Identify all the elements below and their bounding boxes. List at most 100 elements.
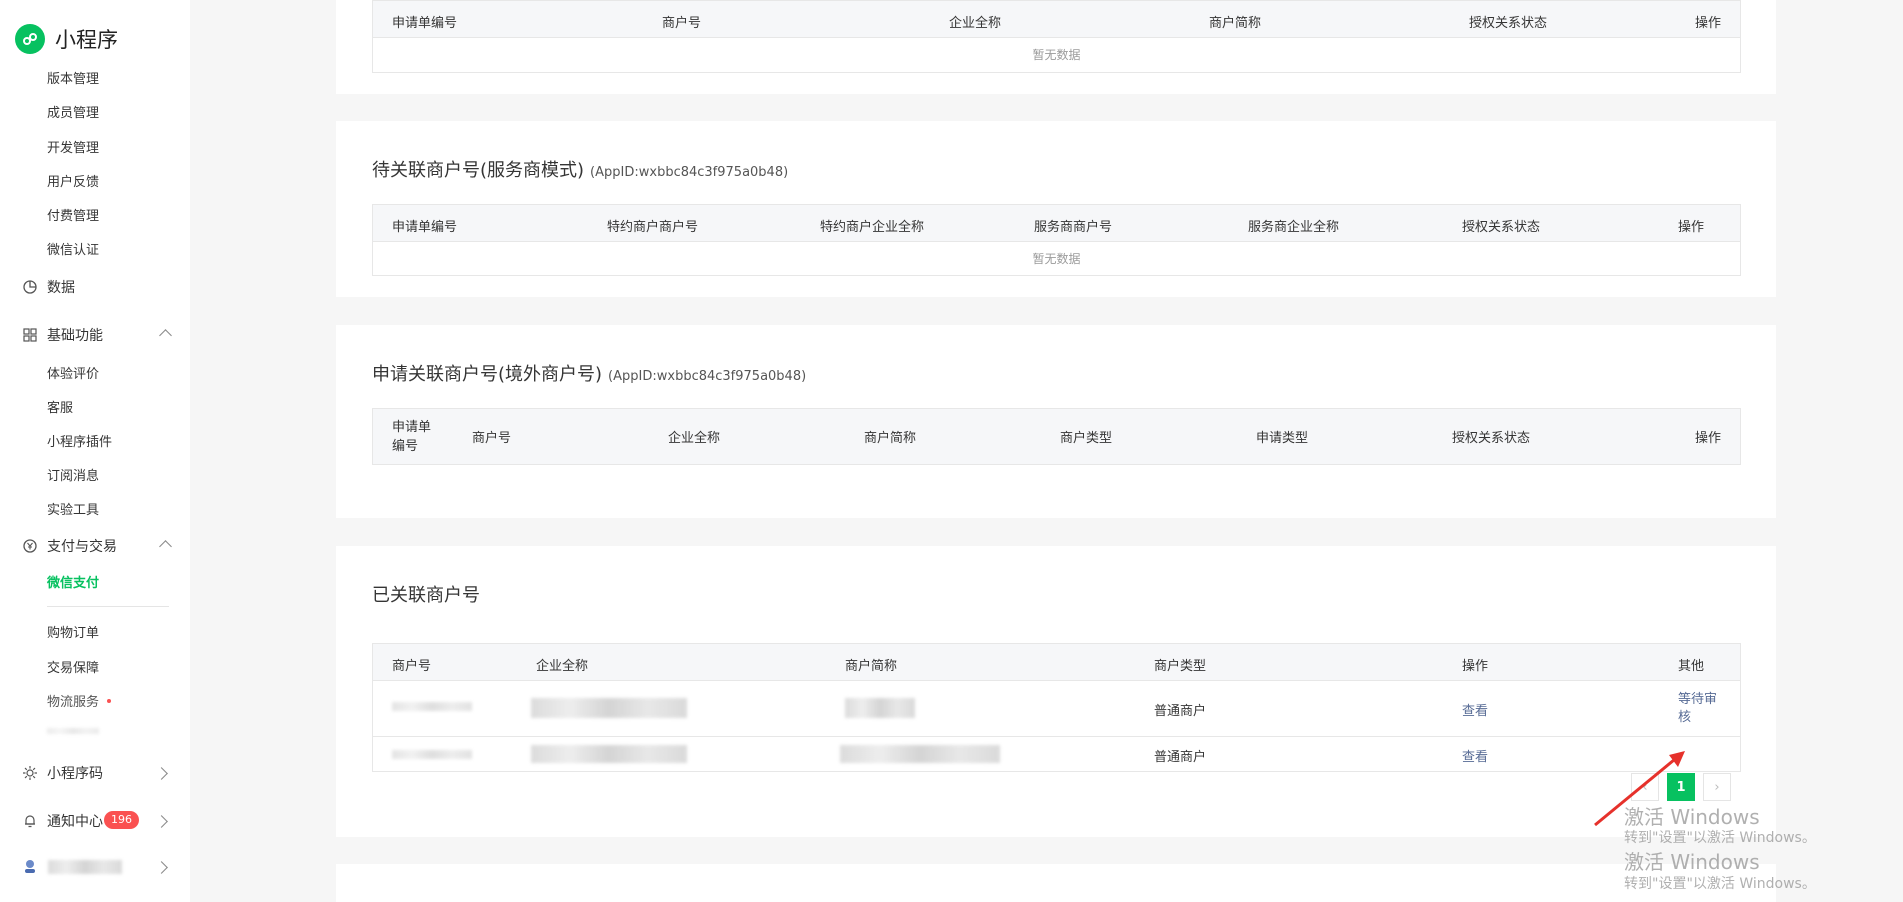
col-header: 服务商商户号 — [1034, 220, 1113, 235]
section-title-text: 待关联商户号(服务商模式) — [372, 160, 585, 181]
col-header: 企业全称 — [949, 16, 1002, 31]
table-row: 普通商户 查看 等待审核 — [373, 681, 1740, 736]
activation-watermark: 激活 Windows — [1624, 805, 1760, 829]
col-header: 商户简称 — [845, 659, 898, 674]
redacted-company-name — [531, 698, 687, 718]
view-link[interactable]: 查看 — [1462, 746, 1488, 765]
col-header: 授权关系状态 — [1462, 220, 1541, 235]
col-header: 申请单编号 — [392, 420, 432, 454]
table-header: 申请单编号 商户号 企业全称 商户简称 商户类型 申请类型 授权关系状态 操作 — [373, 409, 1740, 464]
col-header: 操作 — [1695, 16, 1722, 31]
col-header: 特约商户企业全称 — [820, 220, 925, 235]
empty-state: 暂无数据 — [1032, 48, 1081, 62]
linked-merchant-panel: 已关联商户号 商户号 企业全称 商户简称 商户类型 操作 其他 普通商户 查看 … — [336, 546, 1776, 837]
col-header: 申请单编号 — [392, 16, 458, 31]
sidebar-group-data[interactable]: 数据 — [22, 277, 75, 297]
merchant-type: 普通商户 — [1154, 704, 1207, 719]
col-header: 其他 — [1678, 659, 1705, 674]
col-header: 商户类型 — [1060, 431, 1113, 446]
chevron-up-icon[interactable] — [159, 329, 172, 342]
col-header: 商户号 — [472, 431, 512, 446]
notice-count-badge: 196 — [104, 811, 139, 829]
redacted-merchant-id — [392, 702, 472, 711]
col-header: 企业全称 — [668, 431, 721, 446]
section-title: 待关联商户号(服务商模式) (AppID:wxbbc84c3f975a0b48) — [372, 156, 788, 182]
redacted-short-name — [845, 698, 915, 718]
sun-icon — [22, 765, 38, 781]
sidebar-item-members[interactable]: 成员管理 — [47, 102, 99, 121]
sidebar-group-code[interactable]: 小程序码 — [22, 763, 103, 783]
activation-watermark: 激活 Windows — [1624, 850, 1760, 874]
service-provider-panel: 待关联商户号(服务商模式) (AppID:wxbbc84c3f975a0b48) … — [336, 121, 1776, 297]
activation-watermark-sub: 转到"设置"以激活 Windows。 — [1624, 876, 1816, 892]
sidebar-item-dev[interactable]: 开发管理 — [47, 137, 99, 156]
col-header: 授权关系状态 — [1469, 16, 1548, 31]
col-header: 特约商户商户号 — [607, 220, 699, 235]
sidebar-group-label: 小程序码 — [47, 766, 103, 782]
new-dot-indicator — [107, 699, 111, 703]
col-header: 服务商企业全称 — [1248, 220, 1340, 235]
col-header: 申请类型 — [1256, 431, 1309, 446]
col-header: 授权关系状态 — [1452, 431, 1531, 446]
col-header: 商户简称 — [864, 431, 917, 446]
linked-merchant-table: 商户号 企业全称 商户简称 商户类型 操作 其他 普通商户 查看 等待审核 普通… — [372, 643, 1741, 772]
col-header: 商户号 — [392, 659, 432, 674]
sidebar-item-plugin[interactable]: 小程序插件 — [47, 431, 112, 450]
view-link[interactable]: 查看 — [1462, 700, 1488, 719]
sidebar-item-subscribe[interactable]: 订阅消息 — [47, 465, 99, 484]
sidebar-group-label: 基础功能 — [47, 328, 103, 344]
next-page-button[interactable]: › — [1703, 773, 1731, 801]
bell-icon — [22, 813, 38, 829]
redacted-item — [47, 728, 99, 734]
sidebar-item-guarantee[interactable]: 交易保障 — [47, 657, 99, 676]
table-row: 普通商户 查看 — [373, 736, 1740, 771]
sidebar-item-service[interactable]: 客服 — [47, 397, 73, 416]
sidebar-item-billing[interactable]: 付费管理 — [47, 205, 99, 224]
col-header: 企业全称 — [536, 659, 589, 674]
yen-circle-icon — [22, 538, 38, 554]
overseas-merchant-panel: 申请关联商户号(境外商户号) (AppID:wxbbc84c3f975a0b48)… — [336, 325, 1776, 518]
app-title: 小程序 — [55, 28, 118, 52]
section-title-text: 申请关联商户号(境外商户号) — [372, 364, 603, 385]
pending-merchant-panel: 申请单编号 商户号 企业全称 商户简称 授权关系状态 操作 暂无数据 — [336, 0, 1776, 94]
sidebar-item-experience[interactable]: 体验评价 — [47, 363, 99, 382]
section-title: 已关联商户号 — [372, 585, 480, 606]
sidebar-divider — [47, 606, 169, 607]
sidebar-group-notice[interactable]: 通知中心 — [22, 811, 103, 831]
redacted-merchant-id — [392, 750, 472, 759]
app-logo[interactable]: 小程序 — [15, 24, 118, 54]
col-header: 操作 — [1462, 659, 1489, 674]
merchant-type: 普通商户 — [1154, 750, 1207, 765]
pending-merchant-table: 申请单编号 商户号 企业全称 商户简称 授权关系状态 操作 暂无数据 — [372, 0, 1741, 73]
chevron-right-icon[interactable] — [155, 815, 168, 828]
sidebar-item-orders[interactable]: 购物订单 — [47, 622, 99, 641]
sidebar-group-label: 数据 — [47, 280, 75, 296]
col-header: 操作 — [1678, 220, 1705, 235]
table-header: 商户号 企业全称 商户简称 商户类型 操作 其他 — [373, 644, 1740, 681]
account-icon — [22, 858, 38, 874]
col-header: 申请单编号 — [392, 220, 458, 235]
section-title: 申请关联商户号(境外商户号) (AppID:wxbbc84c3f975a0b48) — [372, 360, 806, 386]
chevron-right-icon[interactable] — [155, 767, 168, 780]
redacted-short-name — [840, 745, 1000, 763]
pie-chart-icon — [22, 279, 38, 295]
sidebar-item-logistics[interactable]: 物流服务 — [47, 691, 99, 710]
sidebar-item-version[interactable]: 版本管理 — [47, 68, 99, 87]
sidebar-group-pay[interactable]: 支付与交易 — [22, 536, 117, 556]
sidebar-item-feedback[interactable]: 用户反馈 — [47, 171, 99, 190]
empty-state: 暂无数据 — [1032, 252, 1081, 266]
miniprogram-logo-icon — [15, 24, 45, 54]
grid-icon — [22, 327, 38, 343]
service-provider-table: 申请单编号 特约商户商户号 特约商户企业全称 服务商商户号 服务商企业全称 授权… — [372, 204, 1741, 276]
sidebar-item-wechat-pay[interactable]: 微信支付 — [47, 572, 99, 591]
pending-review-link[interactable]: 等待审核 — [1678, 691, 1720, 727]
sidebar-item-verify[interactable]: 微信认证 — [47, 239, 99, 258]
sidebar-item-lab[interactable]: 实验工具 — [47, 499, 99, 518]
col-header: 商户类型 — [1154, 659, 1207, 674]
redacted-company-name — [531, 745, 687, 763]
overseas-merchant-table: 申请单编号 商户号 企业全称 商户简称 商户类型 申请类型 授权关系状态 操作 — [372, 408, 1741, 465]
chevron-up-icon[interactable] — [159, 540, 172, 553]
col-header: 商户简称 — [1209, 16, 1262, 31]
sidebar-group-basic[interactable]: 基础功能 — [22, 325, 103, 345]
chevron-right-icon[interactable] — [155, 861, 168, 874]
